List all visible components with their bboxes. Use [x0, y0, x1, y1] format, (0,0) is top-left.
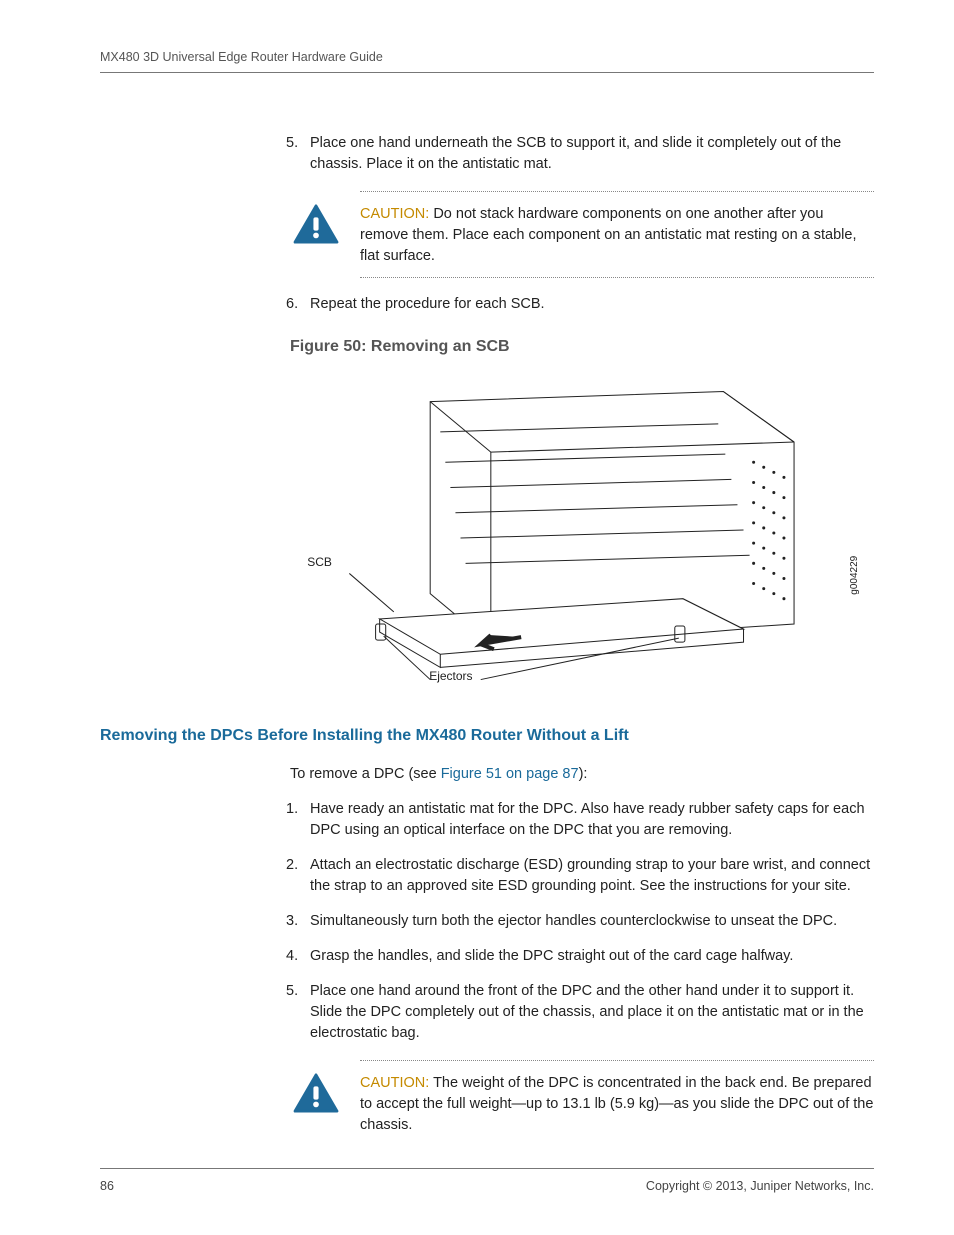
caution-rule-bottom: [360, 277, 874, 278]
figure-51-link[interactable]: Figure 51 on page 87: [441, 766, 579, 782]
caution-1-label: CAUTION:: [360, 206, 429, 222]
copyright: Copyright © 2013, Juniper Networks, Inc.: [646, 1177, 874, 1195]
header-rule: [100, 72, 874, 73]
step-5-text: Place one hand underneath the SCB to sup…: [310, 135, 841, 172]
section-intro: To remove a DPC (see Figure 51 on page 8…: [290, 764, 874, 785]
dpc-step-num-1: 1.: [286, 799, 298, 820]
intro-post: ):: [579, 766, 588, 782]
caution-block-2: CAUTION: The weight of the DPC is concen…: [290, 1060, 874, 1136]
running-header: MX480 3D Universal Edge Router Hardware …: [100, 48, 874, 66]
figure-illustration: [319, 368, 845, 698]
step-6: 6. Repeat the procedure for each SCB.: [290, 294, 874, 315]
warning-icon: [293, 204, 339, 244]
caution-block-1: CAUTION: Do not stack hardware component…: [290, 191, 874, 278]
caution-rule-top: [360, 191, 874, 192]
figure-title: Figure 50: Removing an SCB: [290, 335, 874, 358]
dpc-step-4-text: Grasp the handles, and slide the DPC str…: [310, 948, 793, 964]
caution2-rule-top: [360, 1060, 874, 1061]
dpc-step-num-5: 5.: [286, 981, 298, 1002]
page-number: 86: [100, 1177, 114, 1195]
step-number-5: 5.: [286, 133, 298, 154]
page-footer: 86 Copyright © 2013, Juniper Networks, I…: [100, 1168, 874, 1195]
figure-50: SCB Ejectors g004229: [290, 368, 874, 698]
caution-2-label: CAUTION:: [360, 1075, 429, 1091]
dpc-step-3-text: Simultaneously turn both the ejector han…: [310, 913, 837, 929]
intro-pre: To remove a DPC (see: [290, 766, 441, 782]
caution-1-text: Do not stack hardware components on one …: [360, 206, 857, 264]
dpc-step-num-3: 3.: [286, 911, 298, 932]
dpc-step-4: 4.Grasp the handles, and slide the DPC s…: [290, 946, 874, 967]
section-heading: Removing the DPCs Before Installing the …: [100, 724, 874, 747]
step-number-6: 6.: [286, 294, 298, 315]
figure-label-code: g004229: [848, 556, 863, 595]
figure-label-scb: SCB: [307, 554, 332, 571]
footer-rule: [100, 1168, 874, 1169]
dpc-step-5-text: Place one hand around the front of the D…: [310, 983, 864, 1041]
dpc-step-num-4: 4.: [286, 946, 298, 967]
dpc-step-1-text: Have ready an antistatic mat for the DPC…: [310, 801, 865, 838]
dpc-step-5: 5.Place one hand around the front of the…: [290, 981, 874, 1044]
dpc-step-2-text: Attach an electrostatic discharge (ESD) …: [310, 857, 870, 894]
figure-label-ejectors: Ejectors: [429, 668, 472, 685]
caution-2-text: The weight of the DPC is concentrated in…: [360, 1075, 873, 1133]
dpc-step-3: 3.Simultaneously turn both the ejector h…: [290, 911, 874, 932]
dpc-step-2: 2.Attach an electrostatic discharge (ESD…: [290, 855, 874, 897]
dpc-step-1: 1.Have ready an antistatic mat for the D…: [290, 799, 874, 841]
dpc-step-num-2: 2.: [286, 855, 298, 876]
step-6-text: Repeat the procedure for each SCB.: [310, 296, 545, 312]
step-5: 5. Place one hand underneath the SCB to …: [290, 133, 874, 175]
warning-icon: [293, 1073, 339, 1113]
